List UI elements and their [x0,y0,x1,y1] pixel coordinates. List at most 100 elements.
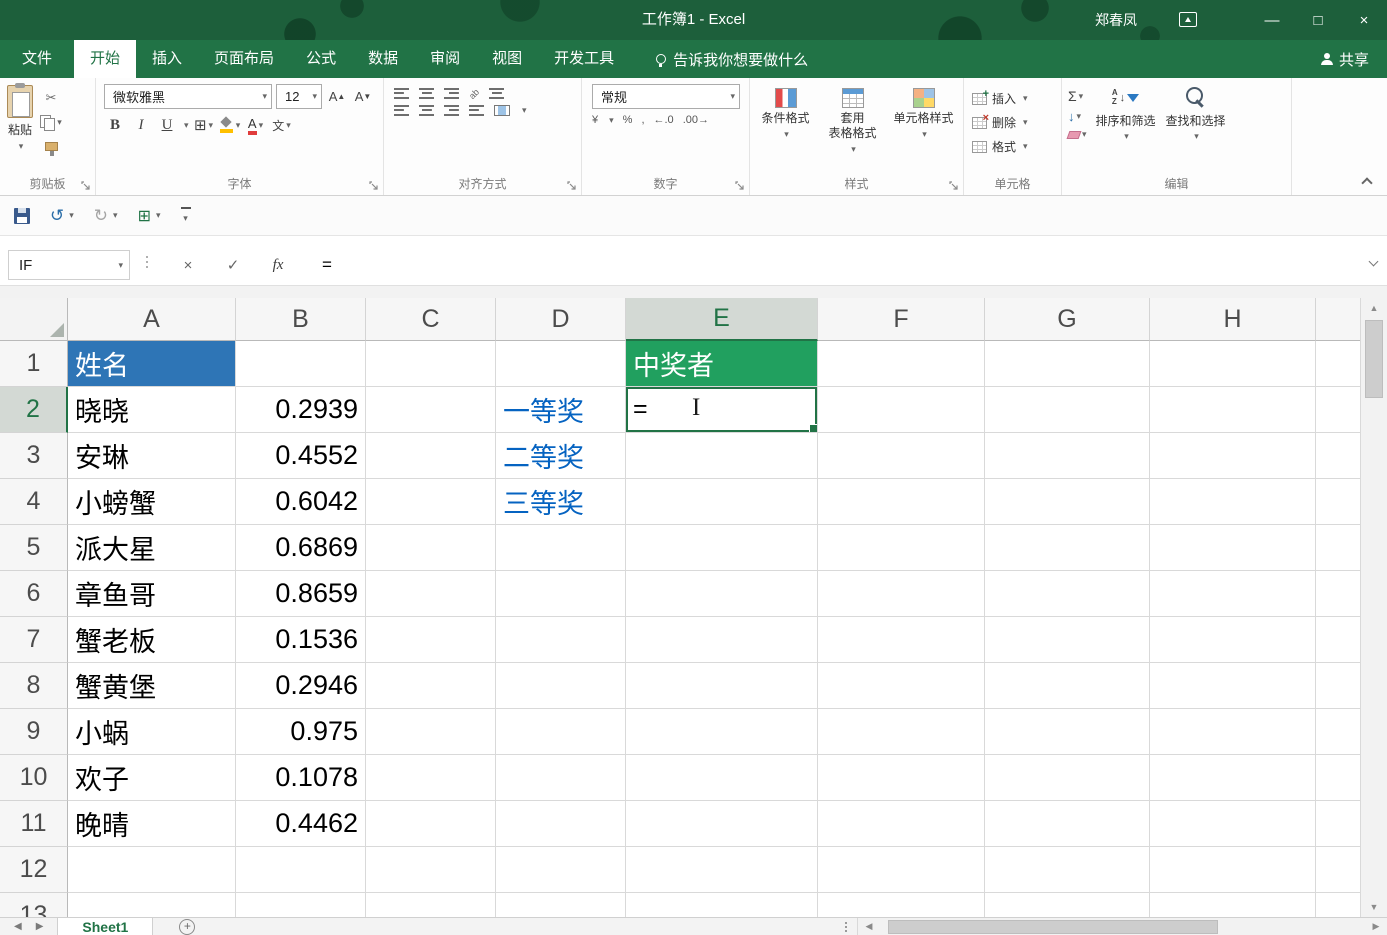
cell-H6[interactable] [1150,571,1316,617]
cell-G12[interactable] [985,847,1150,893]
cell-H12[interactable] [1150,847,1316,893]
formula-input[interactable]: = [322,252,332,278]
scroll-up-arrow[interactable]: ▲ [1361,298,1387,318]
row-header-8[interactable]: 8 [0,663,68,709]
cell-A9[interactable]: 小蜗 [68,709,236,755]
account-user-name[interactable]: 郑春凤 [1095,0,1137,40]
cell-F12[interactable] [818,847,985,893]
cell-partial-row-2[interactable] [1316,387,1360,433]
cell-E2[interactable]: =I [626,387,818,433]
chevron-down-icon[interactable]: ▾ [522,105,527,116]
cell-F13[interactable] [818,893,985,917]
font-size-select[interactable]: 12 ▾ [276,84,322,109]
close-button[interactable]: × [1341,0,1387,40]
cell-partial-row-11[interactable] [1316,801,1360,847]
font-color-button[interactable]: A▾ [245,113,267,137]
cell-D5[interactable] [496,525,626,571]
cell-B10[interactable]: 0.1078 [236,755,366,801]
tab-view[interactable]: 视图 [476,40,538,78]
cell-B11[interactable]: 0.4462 [236,801,366,847]
cell-partial-row-3[interactable] [1316,433,1360,479]
cell-D13[interactable] [496,893,626,917]
cell-B13[interactable] [236,893,366,917]
italic-button[interactable]: I [130,113,152,137]
undo-button[interactable]: ↺▾ [50,206,74,226]
insert-function-button[interactable]: fx [262,252,294,278]
cell-A7[interactable]: 蟹老板 [68,617,236,663]
cell-D12[interactable] [496,847,626,893]
cell-partial-row-5[interactable] [1316,525,1360,571]
column-header-a[interactable]: A [68,298,236,341]
chevron-down-icon[interactable]: ▾ [118,260,129,271]
cell-E11[interactable] [626,801,818,847]
row-header-12[interactable]: 12 [0,847,68,893]
new-sheet-button[interactable]: + [179,919,195,935]
cell-D10[interactable] [496,755,626,801]
cell-F9[interactable] [818,709,985,755]
tab-splitter-handle[interactable] [845,926,847,928]
row-header-3[interactable]: 3 [0,433,68,479]
tab-file[interactable]: 文件 [0,40,74,78]
cell-C5[interactable] [366,525,496,571]
cell-C13[interactable] [366,893,496,917]
cell-B5[interactable]: 0.6869 [236,525,366,571]
cell-G13[interactable] [985,893,1150,917]
cell-partial-row-6[interactable] [1316,571,1360,617]
cell-G2[interactable] [985,387,1150,433]
cell-H9[interactable] [1150,709,1316,755]
chevron-down-icon[interactable]: ▾ [69,210,74,221]
cell-D6[interactable] [496,571,626,617]
tab-home[interactable]: 开始 [74,40,136,78]
cell-C4[interactable] [366,479,496,525]
orientation-icon[interactable]: ab [467,86,481,100]
row-header-13[interactable]: 13 [0,893,68,917]
scroll-right-arrow[interactable]: ▶ [1365,918,1387,935]
cell-B1[interactable] [236,341,366,387]
format-painter-button[interactable] [38,136,64,156]
cell-C12[interactable] [366,847,496,893]
cell-D1[interactable] [496,341,626,387]
cell-G8[interactable] [985,663,1150,709]
number-dialog-launcher[interactable] [734,179,746,191]
tab-page-layout[interactable]: 页面布局 [198,40,290,78]
qat-custom-button[interactable]: ⊞▾ [138,206,161,226]
cell-C9[interactable] [366,709,496,755]
horizontal-scrollbar[interactable]: ◀ ▶ [857,918,1387,935]
cell-C8[interactable] [366,663,496,709]
cell-F1[interactable] [818,341,985,387]
conditional-formatting-button[interactable]: 条件格式 ▾ [752,82,819,177]
align-middle-icon[interactable] [419,88,434,99]
insert-cells-button[interactable]: 插入 ▾ [972,90,1053,107]
increase-decimal-icon[interactable]: ←.0 [654,114,674,126]
row-header-6[interactable]: 6 [0,571,68,617]
cell-partial-row-4[interactable] [1316,479,1360,525]
cell-F10[interactable] [818,755,985,801]
paste-button[interactable]: 粘贴 ▾ [2,82,38,177]
cancel-entry-button[interactable]: × [172,252,204,278]
align-bottom-icon[interactable] [444,88,459,99]
cell-A1[interactable]: 姓名 [68,341,236,387]
cell-D8[interactable] [496,663,626,709]
cell-H3[interactable] [1150,433,1316,479]
cell-partial-row-8[interactable] [1316,663,1360,709]
cell-E9[interactable] [626,709,818,755]
cell-G7[interactable] [985,617,1150,663]
cell-D3[interactable]: 二等奖 [496,433,626,479]
cell-F8[interactable] [818,663,985,709]
horizontal-scrollbar-track[interactable] [880,918,1365,935]
cell-G10[interactable] [985,755,1150,801]
cell-A5[interactable]: 派大星 [68,525,236,571]
cell-partial-row-7[interactable] [1316,617,1360,663]
cell-styles-button[interactable]: 单元格样式 ▾ [886,82,961,177]
cell-C1[interactable] [366,341,496,387]
chevron-down-icon[interactable]: ▾ [609,115,614,126]
cell-A12[interactable] [68,847,236,893]
select-all-corner[interactable] [0,298,68,341]
save-button[interactable] [14,208,30,224]
chevron-down-icon[interactable]: ▾ [19,141,24,152]
cell-E13[interactable] [626,893,818,917]
cell-E3[interactable] [626,433,818,479]
chevron-down-icon[interactable]: ▾ [156,210,161,221]
cell-B7[interactable]: 0.1536 [236,617,366,663]
cell-H13[interactable] [1150,893,1316,917]
